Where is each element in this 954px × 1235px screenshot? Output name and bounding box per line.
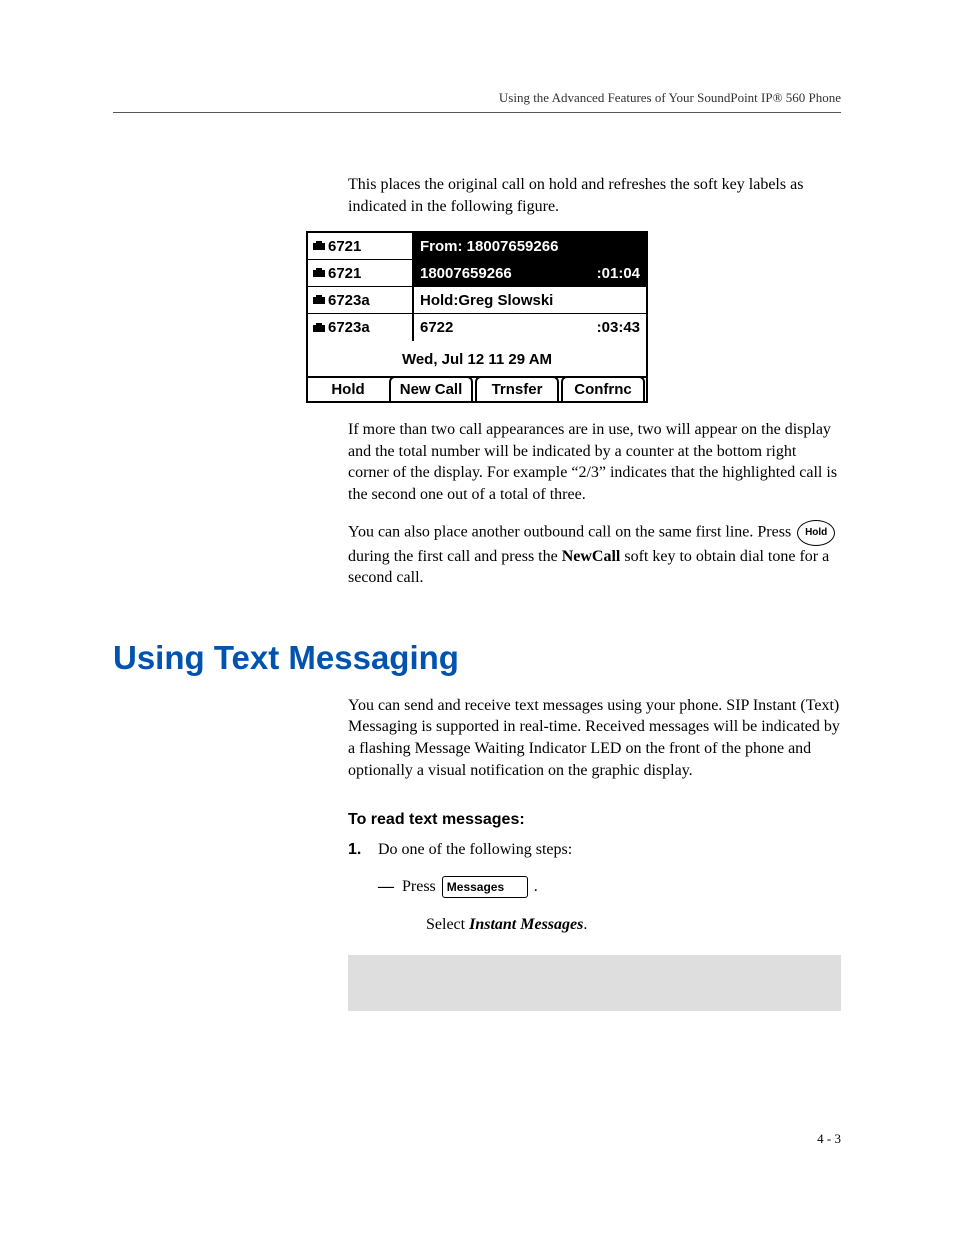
phone-icon — [312, 240, 326, 252]
line-ext-4: 6723a — [308, 314, 414, 341]
paragraph-hold-newcall: You can also place another outbound call… — [348, 520, 841, 589]
section-heading-text-messaging: Using Text Messaging — [113, 639, 841, 677]
paragraph-messaging-intro: You can send and receive text messages u… — [348, 695, 841, 781]
softkey-hold: Hold — [308, 378, 388, 401]
line-ext-2: 6721 — [308, 260, 414, 287]
call-info-1: From: 18007659266 — [414, 233, 646, 260]
substep-select-im: Select Instant Messages. — [426, 913, 841, 937]
softkey-row: Hold New Call Trnsfer Confrnc — [308, 376, 646, 401]
softkey-trnsfer: Trnsfer — [475, 376, 559, 401]
call-info-3: Hold:Greg Slowski — [414, 287, 646, 314]
call-info-2: 18007659266 :01:04 — [414, 260, 646, 287]
header-rule — [113, 112, 841, 113]
substep-press-messages: Press Messages . Select Instant Messages… — [402, 875, 841, 937]
running-header-text: Using the Advanced Features of Your Soun… — [499, 90, 841, 105]
softkey-confrnc: Confrnc — [561, 376, 645, 401]
phone-datetime: Wed, Jul 12 11 29 AM — [308, 341, 646, 376]
page-number: 4 - 3 — [113, 1131, 841, 1147]
phone-screen-figure: 6721 From: 18007659266 6721 18007659266 … — [306, 231, 648, 403]
messages-key-icon: Messages — [442, 876, 528, 898]
softkey-newcall: New Call — [389, 376, 473, 401]
step-1: Do one of the following steps: Press Mes… — [348, 841, 841, 937]
paragraph-intro: This places the original call on hold an… — [348, 174, 841, 217]
procedure-heading: To read text messages: — [348, 811, 841, 829]
hold-key-icon: Hold — [797, 520, 835, 546]
note-block — [348, 955, 841, 1011]
line-ext-1: 6721 — [308, 233, 414, 260]
call-info-4: 6722 :03:43 — [414, 314, 646, 341]
phone-hold-icon — [312, 294, 326, 306]
phone-icon — [312, 267, 326, 279]
paragraph-counter: If more than two call appearances are in… — [348, 419, 841, 505]
phone-hold-icon — [312, 322, 326, 334]
line-ext-3: 6723a — [308, 287, 414, 314]
